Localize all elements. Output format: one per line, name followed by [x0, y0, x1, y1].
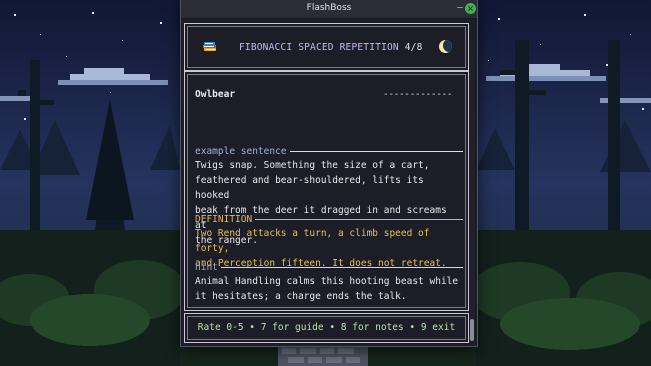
title-bar[interactable]: FlashBoss – × — [181, 0, 477, 19]
deck-title-text: FIBONACCI SPACED REPETITION — [239, 42, 399, 53]
footer-panel: Rate 0-5 • 7 for guide • 8 for notes • 9… — [184, 313, 469, 343]
flashcard-panel: Owlbear ------------- example sentence T… — [184, 71, 469, 311]
deck-title: FIBONACCI SPACED REPETITION 4/8 — [239, 42, 423, 53]
example-label: example sentence — [195, 146, 463, 157]
terminal-content: FIBONACCI SPACED REPETITION 4/8 Owlbear … — [181, 19, 477, 346]
example-divider — [289, 151, 463, 152]
close-icon: × — [467, 4, 474, 13]
hint-section: hint Animal Handling calms this hooting … — [195, 262, 463, 304]
definition-label: DEFINITION — [195, 214, 463, 225]
card-term: Owlbear — [195, 89, 236, 100]
window-title: FlashBoss — [306, 3, 352, 13]
definition-divider — [255, 219, 463, 220]
app-window: FlashBoss – × FIBONACCI SPACED REPETITIO… — [180, 0, 478, 347]
example-label-text: example sentence — [195, 146, 287, 157]
minimize-button[interactable]: – — [456, 4, 464, 13]
books-icon — [203, 42, 216, 51]
key-help: Rate 0-5 • 7 for guide • 8 for notes • 9… — [197, 322, 456, 333]
close-button[interactable]: × — [465, 3, 476, 14]
definition-label-text: DEFINITION — [195, 214, 253, 225]
crescent-moon-icon[interactable] — [439, 40, 452, 53]
header-panel: FIBONACCI SPACED REPETITION 4/8 — [184, 23, 469, 71]
hint-divider — [220, 267, 463, 268]
hint-label-text: hint — [195, 262, 218, 273]
hint-text: Animal Handling calms this hooting beast… — [195, 276, 459, 302]
card-progress: 4/8 — [404, 42, 423, 53]
scrollbar-thumb[interactable] — [470, 319, 474, 341]
hint-label: hint — [195, 262, 463, 273]
term-divider: ------------- — [383, 89, 453, 100]
scrollbar[interactable] — [470, 41, 474, 341]
